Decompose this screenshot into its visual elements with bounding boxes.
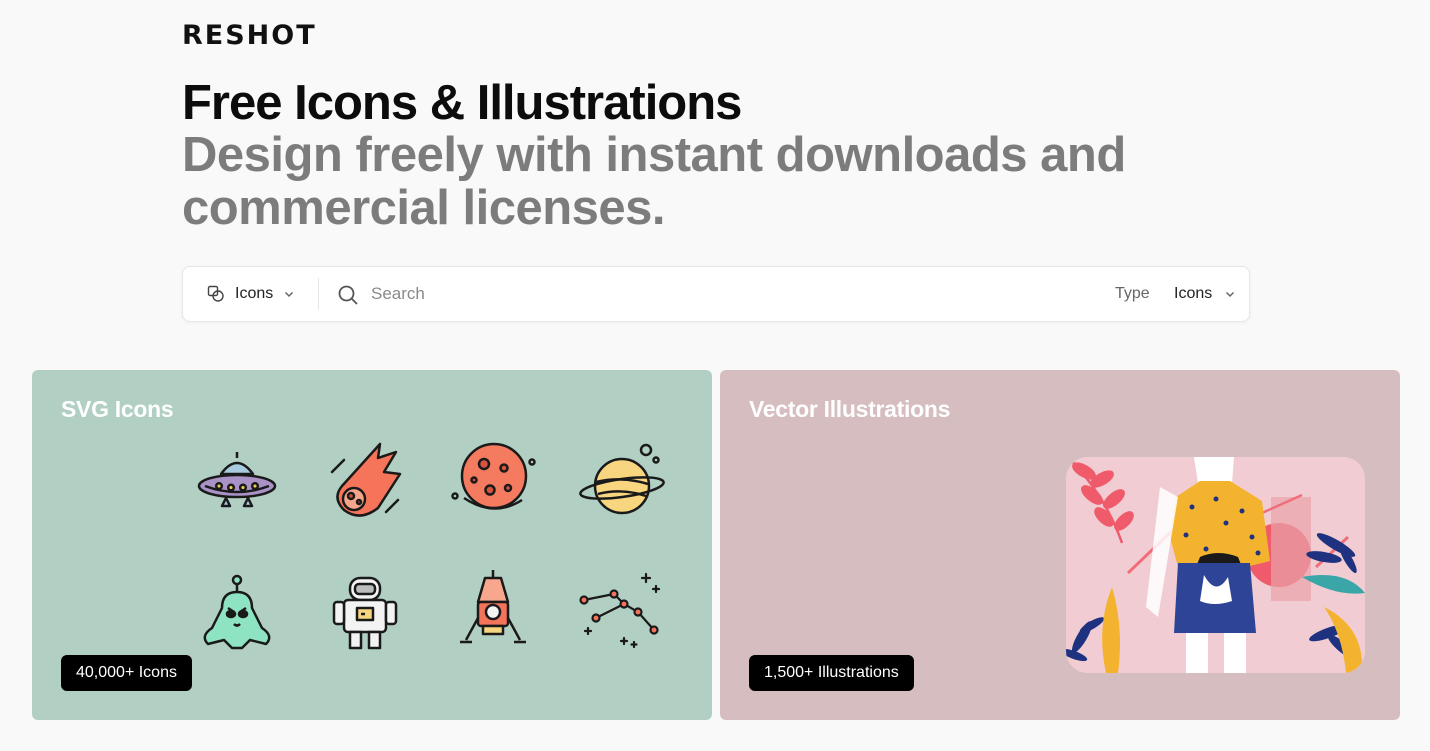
search-scope-dropdown[interactable]: Icons [207,267,295,321]
icon-preview-grid [192,438,672,658]
type-filter-dropdown[interactable]: Icons [1174,267,1236,321]
page-subtitle: Design freely with instant downloads and… [182,128,1126,235]
meteor-icon [330,442,402,517]
search-divider [318,278,319,310]
search-scope-label: Icons [235,285,274,302]
constellation-icon [579,572,661,649]
astronaut-icon [332,576,398,650]
reshot-logo[interactable]: RESHOT [182,22,317,50]
page-title: Free Icons & Illustrations [182,76,742,130]
alien-icon [203,574,271,650]
type-filter-value: Icons [1174,285,1213,302]
lunar-lander-icon [460,570,526,644]
illustrations-count-badge: 1,500+ Illustrations [749,655,914,691]
chevron-down-icon [1226,291,1235,298]
svg-icons-card[interactable]: SVG Icons 40,000+ Icons [32,370,712,720]
icons-count-badge: 40,000+ Icons [61,655,192,691]
vector-illustrations-card-title: Vector Illustrations [749,396,951,422]
saturn-icon [579,443,665,515]
search-input[interactable] [371,279,1071,309]
chevron-down-icon [285,291,294,298]
ufo-icon [197,452,277,508]
shapes-icon [207,285,224,302]
vector-illustrations-card[interactable]: Vector Illustrations 1,500+ Illustration… [720,370,1400,720]
planet-icon [451,442,536,510]
type-filter-label: Type [1115,285,1150,302]
search-bar: Icons Type Icons [182,266,1250,322]
search-icon [338,285,358,305]
woman-with-plants-illustration [1066,457,1365,673]
illustration-preview [1066,457,1365,673]
svg-icons-card-title: SVG Icons [61,396,174,422]
